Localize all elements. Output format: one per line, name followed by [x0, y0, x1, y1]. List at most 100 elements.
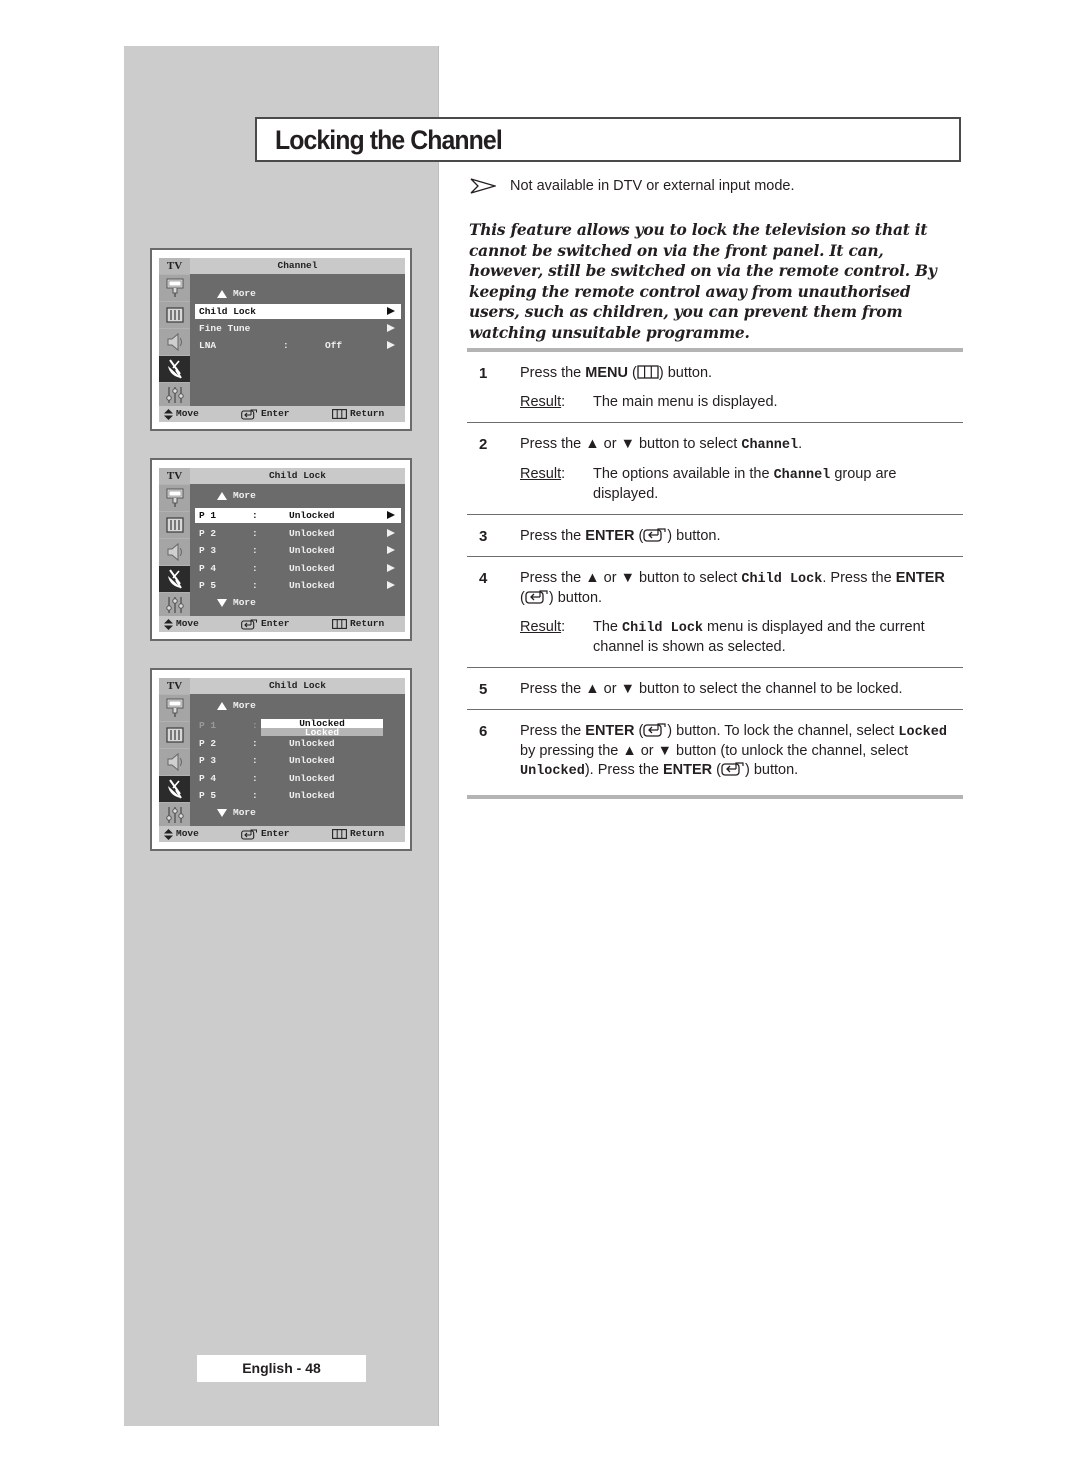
submenu-arrow-icon [387, 546, 395, 555]
setup-icon [159, 593, 190, 616]
note-text: Not available in DTV or external input m… [510, 178, 795, 194]
tv-menu-screenshot-1: TV Channel Move Enter Return More Child … [150, 248, 412, 431]
item-value: Unlocked [289, 580, 335, 592]
osd-menu-item[interactable]: P 3: Unlocked [195, 753, 401, 768]
tv-label: TV [159, 678, 190, 694]
up-triangle-icon [217, 701, 227, 710]
enter-icon [643, 528, 666, 542]
return-hint: Return [332, 616, 384, 632]
title-box: Locking the Channel [255, 117, 961, 162]
osd-menu-item[interactable]: Child Lock [195, 304, 401, 319]
item-value: Unlocked [289, 790, 335, 802]
divider [467, 795, 963, 799]
item-value: Off [325, 340, 343, 351]
down-triangle-icon [217, 598, 227, 607]
item-separator: : [252, 772, 258, 784]
osd-footer: Move Enter Return [159, 406, 405, 422]
osd-screen: TV Channel Move Enter Return More Child … [159, 258, 405, 422]
page-number: English - 48 [197, 1355, 366, 1382]
step-6: 6 Press the ENTER () button. To lock the… [479, 723, 947, 779]
return-hint: Return [332, 406, 384, 422]
up-triangle-icon [217, 289, 227, 298]
osd-header: Channel [190, 258, 405, 274]
item-label: P 3 [199, 755, 217, 767]
osd-menu-item[interactable]: P 3: Unlocked [195, 543, 401, 558]
steps-list: 1 Press the MENU () button. Result: The … [467, 348, 963, 799]
more-up-indicator[interactable]: More [217, 700, 256, 711]
osd-menu-item[interactable]: P 4: Unlocked [195, 771, 401, 786]
step-number: 4 [479, 570, 488, 587]
item-label: P 2 [199, 527, 217, 539]
item-value: Unlocked [289, 510, 335, 521]
step-5: 5 Press the ▲ or ▼ button to select the … [479, 681, 903, 698]
step-4: 4 Press the ▲ or ▼ button to select Chil… [467, 557, 963, 667]
osd-menu-item[interactable]: P 5: Unlocked [195, 578, 401, 593]
item-separator: : [252, 755, 258, 767]
submenu-arrow-icon [387, 528, 395, 537]
enter-key-label: ENTER [895, 570, 945, 586]
enter-icon [525, 590, 548, 604]
tv-menu-screenshot-3: TV Child Lock Move Enter Return More P 1… [150, 668, 412, 851]
item-separator: : [252, 737, 258, 749]
osd-screen: TV Child Lock Move Enter Return More P 1… [159, 678, 405, 842]
item-value: Unlocked [289, 545, 335, 557]
enter-icon [721, 762, 744, 776]
more-down-indicator[interactable]: More [217, 597, 256, 608]
move-hint: Move [164, 406, 199, 422]
osd-menu-item[interactable]: Fine Tune [195, 321, 401, 336]
picture-icon [159, 512, 190, 538]
osd-footer: Move Enter Return [159, 616, 405, 632]
enter-hint: Enter [241, 616, 290, 632]
option-unlocked[interactable]: Unlocked [261, 719, 383, 728]
up-down-arrows-icon [164, 408, 173, 420]
osd-menu-item[interactable]: LNA: Off [195, 338, 401, 353]
osd-menu-item[interactable]: P 4: Unlocked [195, 561, 401, 576]
sound-icon [159, 329, 190, 355]
enter-key-label: ENTER [585, 723, 635, 739]
step-number: 1 [479, 365, 488, 382]
more-down-indicator[interactable]: More [217, 807, 256, 818]
setup-icon [159, 803, 190, 826]
sound-icon [159, 749, 190, 775]
tv-label: TV [159, 258, 190, 274]
enter-icon [241, 829, 257, 840]
step-1: 1 Press the MENU () button. Result: The … [467, 352, 963, 422]
item-separator: : [252, 562, 258, 574]
input-icon [159, 485, 190, 511]
more-up-indicator[interactable]: More [217, 490, 256, 501]
osd-footer: Move Enter Return [159, 826, 405, 842]
channel-antenna-icon [159, 776, 190, 802]
osd-menu-item[interactable]: P 2: Unlocked [195, 526, 401, 541]
item-label: P 2 [199, 737, 217, 749]
enter-hint: Enter [241, 826, 290, 842]
lock-state-dropdown[interactable]: Unlocked Locked [261, 719, 383, 736]
osd-menu-item[interactable]: P 1: Unlocked [195, 508, 401, 523]
up-triangle-icon [217, 491, 227, 500]
item-label: P 4 [199, 562, 217, 574]
osd-menu-item[interactable]: P 2: Unlocked [195, 736, 401, 751]
item-label: P 5 [199, 790, 217, 802]
osd-sidebar: TV [159, 678, 190, 826]
step-result: Result: The Child Lock menu is displayed… [520, 619, 925, 655]
more-up-indicator[interactable]: More [217, 288, 256, 299]
item-label: LNA [199, 340, 217, 351]
item-label: P 5 [199, 580, 217, 592]
item-label: P 3 [199, 545, 217, 557]
option-locked[interactable]: Locked [261, 728, 383, 736]
osd-menu-item[interactable]: P 5: Unlocked [195, 788, 401, 803]
osd-header: Child Lock [190, 678, 405, 694]
step-result: Result: The main menu is displayed. [520, 394, 778, 410]
step-number: 3 [479, 528, 488, 545]
item-separator: : [252, 510, 258, 521]
enter-icon [241, 619, 257, 630]
submenu-arrow-icon [387, 341, 395, 349]
item-separator: : [252, 790, 258, 802]
menu-icon [332, 409, 347, 419]
down-triangle-icon [217, 808, 227, 817]
submenu-arrow-icon [387, 581, 395, 590]
up-down-arrows-icon [164, 618, 173, 630]
item-label: P 1 [199, 720, 217, 731]
submenu-arrow-icon [387, 511, 395, 519]
submenu-arrow-icon [387, 324, 395, 332]
result-label: Result [520, 619, 562, 635]
